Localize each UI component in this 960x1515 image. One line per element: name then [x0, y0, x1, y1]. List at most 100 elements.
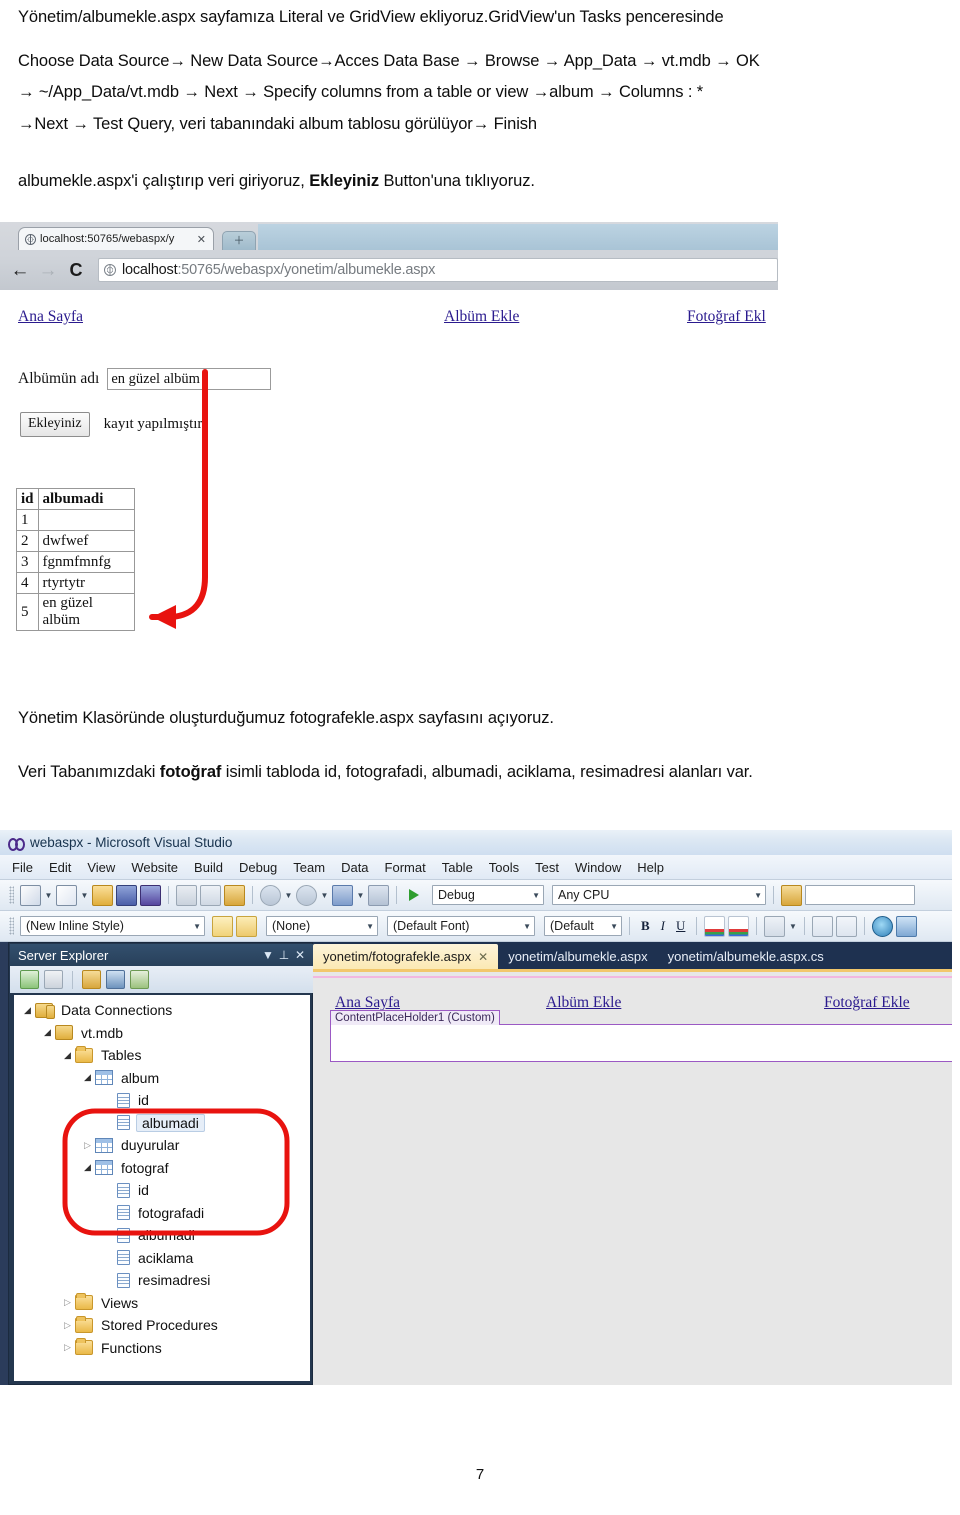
tree-node-id[interactable]: id: [14, 1179, 310, 1202]
expander-closed-icon[interactable]: ▷: [60, 1342, 75, 1353]
tree-node-vt-mdb[interactable]: ◢ vt.mdb: [14, 1022, 310, 1045]
menu-data[interactable]: Data: [341, 860, 368, 875]
menu-table[interactable]: Table: [442, 860, 473, 875]
bold-button[interactable]: B: [637, 918, 654, 934]
menu-team[interactable]: Team: [293, 860, 325, 875]
tree-node-id[interactable]: id: [14, 1089, 310, 1112]
cut-icon[interactable]: [176, 884, 197, 906]
tree-node-fotograf[interactable]: ◢ fotograf: [14, 1157, 310, 1180]
save-all-icon[interactable]: [140, 884, 161, 906]
tree-node-stored-procedures[interactable]: ▷ Stored Procedures: [14, 1314, 310, 1337]
class-select[interactable]: (None) ▼: [266, 916, 378, 936]
expander-open-icon[interactable]: ◢: [60, 1050, 75, 1061]
italic-button[interactable]: I: [657, 918, 669, 934]
refresh-icon[interactable]: [20, 970, 39, 989]
content-placeholder-region[interactable]: ContentPlaceHolder1 (Custom): [330, 1010, 952, 1062]
chevron-down-icon[interactable]: ▼: [80, 891, 89, 900]
navigate-backward-icon[interactable]: [332, 884, 353, 906]
solution-configuration-select[interactable]: Debug ▼: [432, 885, 544, 905]
expander-open-icon[interactable]: ◢: [80, 1162, 95, 1173]
underline-button[interactable]: U: [672, 918, 689, 934]
expander-open-icon[interactable]: ◢: [20, 1005, 35, 1016]
browser-tab[interactable]: localhost:50765/webaspx/y ✕: [18, 227, 214, 250]
web-form-designer[interactable]: Ana Sayfa Albüm Ekle Fotoğraf Ekle Conte…: [313, 972, 952, 1385]
numbered-list-icon[interactable]: [836, 915, 858, 937]
tree-node-functions[interactable]: ▷ Functions: [14, 1337, 310, 1360]
undo-icon[interactable]: [260, 884, 281, 906]
pin-icon[interactable]: ⊥: [276, 948, 292, 962]
foreground-color-icon[interactable]: [704, 915, 726, 937]
attach-style-sheet-icon[interactable]: [236, 915, 257, 937]
tree-node-fotografadi[interactable]: fotografadi: [14, 1202, 310, 1225]
connect-to-database-icon[interactable]: [82, 970, 101, 989]
chevron-down-icon[interactable]: ▼: [320, 891, 329, 900]
expander-closed-icon[interactable]: ▷: [60, 1297, 75, 1308]
menu-debug[interactable]: Debug: [239, 860, 277, 875]
menu-test[interactable]: Test: [535, 860, 559, 875]
redo-icon[interactable]: [296, 884, 317, 906]
highlight-color-icon[interactable]: [728, 915, 750, 937]
find-input[interactable]: [805, 885, 915, 905]
nav-link-photo-add[interactable]: Fotoğraf Ekl: [687, 308, 766, 326]
tree-node-album[interactable]: ◢ album: [14, 1067, 310, 1090]
start-debugging-icon[interactable]: [404, 885, 425, 906]
insert-image-icon[interactable]: [896, 915, 918, 937]
chevron-down-icon[interactable]: ▼: [260, 948, 276, 962]
chevron-down-icon[interactable]: ▼: [356, 891, 365, 900]
menu-format[interactable]: Format: [385, 860, 426, 875]
font-size-select[interactable]: (Default ▼: [544, 916, 622, 936]
new-website-icon[interactable]: [20, 884, 41, 906]
solution-platform-select[interactable]: Any CPU ▼: [552, 885, 766, 905]
tree-node-resimadresi[interactable]: resimadresi: [14, 1269, 310, 1292]
insert-hyperlink-icon[interactable]: [872, 915, 894, 937]
new-item-icon[interactable]: [56, 884, 77, 906]
navigate-forward-icon[interactable]: [368, 884, 389, 906]
expander-closed-icon[interactable]: ▷: [60, 1320, 75, 1331]
editor-tab-yonetim-albumekle-aspx[interactable]: yonetim/albumekle.aspx: [498, 944, 657, 969]
expander-closed-icon[interactable]: ▷: [80, 1140, 95, 1151]
menu-window[interactable]: Window: [575, 860, 621, 875]
paste-icon[interactable]: [224, 884, 245, 906]
menu-website[interactable]: Website: [131, 860, 178, 875]
address-bar[interactable]: localhost:50765/webaspx/yonetim/albumekl…: [98, 258, 778, 282]
menu-help[interactable]: Help: [637, 860, 664, 875]
tree-node-tables[interactable]: ◢ Tables: [14, 1044, 310, 1067]
close-icon[interactable]: ✕: [478, 950, 488, 964]
style-select[interactable]: (New Inline Style) ▼: [20, 916, 205, 936]
tree-node-data-connections[interactable]: ◢ Data Connections: [14, 999, 310, 1022]
close-icon[interactable]: ✕: [292, 948, 308, 962]
toolbar-grip[interactable]: [9, 917, 14, 935]
chevron-down-icon[interactable]: ▼: [788, 922, 797, 931]
menu-tools[interactable]: Tools: [489, 860, 519, 875]
menu-build[interactable]: Build: [194, 860, 223, 875]
tree-node-aciklama[interactable]: aciklama: [14, 1247, 310, 1270]
menu-edit[interactable]: Edit: [49, 860, 71, 875]
editor-tab-strip[interactable]: yonetim/fotografekle.aspx ✕ yonetim/albume…: [313, 942, 952, 969]
album-name-input[interactable]: [107, 368, 272, 390]
editor-tab-yonetim-albumekle-aspx-cs[interactable]: yonetim/albumekle.aspx.cs: [658, 944, 834, 969]
reload-icon[interactable]: C: [64, 261, 88, 279]
find-in-files-icon[interactable]: [781, 884, 802, 906]
new-tab-button[interactable]: ＋: [222, 231, 256, 250]
chevron-down-icon[interactable]: ▼: [284, 891, 293, 900]
close-icon[interactable]: ✕: [194, 233, 209, 246]
back-icon[interactable]: ←: [8, 261, 32, 280]
stop-icon[interactable]: [44, 970, 63, 989]
designer-nav-link-photo-add[interactable]: Fotoğraf Ekle: [824, 994, 910, 1012]
editor-tab-yonetim-fotografekle-aspx[interactable]: yonetim/fotografekle.aspx ✕: [313, 944, 499, 969]
nav-link-home[interactable]: Ana Sayfa: [18, 308, 83, 326]
tree-node-duyurular[interactable]: ▷ duyurular: [14, 1134, 310, 1157]
designer-nav-link-album-add[interactable]: Albüm Ekle: [546, 994, 621, 1012]
menu-file[interactable]: File: [12, 860, 33, 875]
tree-node-views[interactable]: ▷ Views: [14, 1292, 310, 1315]
save-icon[interactable]: [116, 884, 137, 906]
bulleted-list-icon[interactable]: [812, 915, 834, 937]
nav-link-album-add[interactable]: Albüm Ekle: [444, 308, 519, 326]
add-server-icon[interactable]: [130, 970, 149, 989]
menu-view[interactable]: View: [87, 860, 115, 875]
chevron-down-icon[interactable]: ▼: [44, 891, 53, 900]
connect-to-server-icon[interactable]: [106, 970, 125, 989]
style-application-icon[interactable]: [212, 915, 233, 937]
expander-open-icon[interactable]: ◢: [80, 1072, 95, 1083]
tree-node-albumadi[interactable]: albumadi: [14, 1112, 310, 1135]
